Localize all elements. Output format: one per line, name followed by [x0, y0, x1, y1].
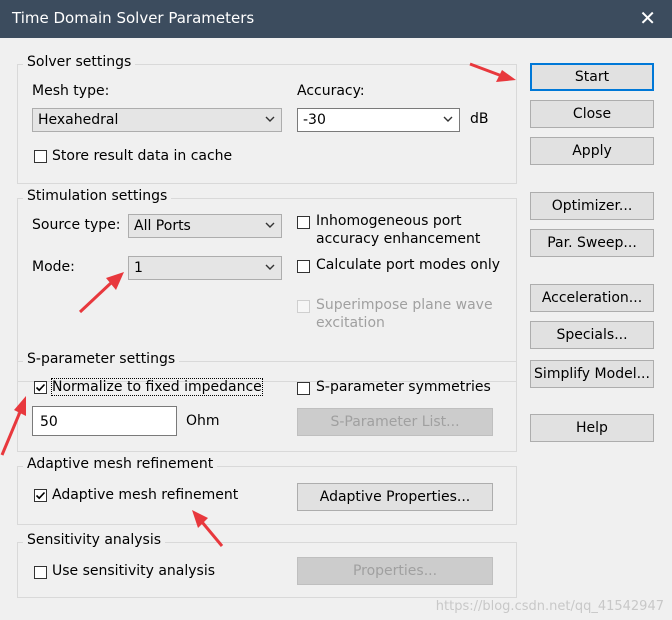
solver-settings-label: Solver settings	[23, 54, 136, 70]
calc-port-modes-label: Calculate port modes only	[316, 257, 501, 273]
apply-button[interactable]: Apply	[530, 137, 654, 165]
help-button[interactable]: Help	[530, 414, 654, 442]
impedance-input[interactable]	[32, 406, 177, 436]
chevron-down-icon	[265, 116, 275, 122]
calc-port-modes-checkbox[interactable]	[297, 260, 310, 273]
sensitivity-checkbox[interactable]	[34, 566, 47, 579]
superimpose-label-line1: Superimpose plane wave	[316, 297, 493, 313]
sensitivity-group-label: Sensitivity analysis	[23, 532, 166, 548]
window-title: Time Domain Solver Parameters	[12, 9, 255, 27]
mesh-type-label: Mesh type:	[32, 83, 110, 99]
mesh-type-value: Hexahedral	[38, 112, 119, 128]
symmetries-label: S-parameter symmetries	[316, 379, 491, 395]
optimizer-button[interactable]: Optimizer...	[530, 192, 654, 220]
source-type-dropdown[interactable]: All Ports	[128, 214, 282, 238]
sensitivity-label: Use sensitivity analysis	[52, 563, 216, 579]
impedance-input-field[interactable]	[38, 413, 162, 431]
impedance-unit: Ohm	[186, 413, 220, 429]
inhomogeneous-label-line1: Inhomogeneous port	[316, 213, 462, 229]
adaptive-mesh-label: Adaptive mesh refinement	[52, 487, 239, 503]
mode-label: Mode:	[32, 259, 75, 275]
start-button[interactable]: Start	[530, 63, 654, 91]
s-parameter-list-button[interactable]: S-Parameter List...	[297, 408, 493, 436]
source-type-value: All Ports	[134, 218, 191, 234]
checkmark-icon	[35, 491, 46, 500]
normalize-label: Normalize to fixed impedance	[51, 378, 263, 396]
chevron-down-icon	[443, 116, 453, 122]
accuracy-value: -30	[303, 112, 326, 128]
watermark: https://blog.csdn.net/qq_41542947	[435, 599, 664, 614]
normalize-checkbox[interactable]	[34, 381, 47, 394]
close-icon[interactable]: ✕	[639, 6, 656, 30]
adaptive-properties-button[interactable]: Adaptive Properties...	[297, 483, 493, 511]
title-bar: Time Domain Solver Parameters ✕	[0, 0, 672, 38]
mesh-type-dropdown[interactable]: Hexahedral	[32, 108, 282, 132]
inhomogeneous-label-line2: accuracy enhancement	[316, 231, 481, 247]
mode-value: 1	[134, 260, 143, 276]
close-button[interactable]: Close	[530, 100, 654, 128]
inhomogeneous-checkbox[interactable]	[297, 216, 310, 229]
checkmark-icon	[35, 383, 46, 392]
stimulation-settings-label: Stimulation settings	[23, 188, 172, 204]
specials-button[interactable]: Specials...	[530, 321, 654, 349]
accuracy-label: Accuracy:	[297, 83, 365, 99]
chevron-down-icon	[265, 264, 275, 270]
chevron-down-icon	[265, 222, 275, 228]
mode-dropdown[interactable]: 1	[128, 256, 282, 280]
acceleration-button[interactable]: Acceleration...	[530, 284, 654, 312]
symmetries-checkbox[interactable]	[297, 382, 310, 395]
accuracy-dropdown[interactable]: -30	[297, 108, 460, 132]
s-parameter-settings-label: S-parameter settings	[23, 351, 180, 367]
accuracy-unit: dB	[470, 111, 489, 127]
store-cache-label: Store result data in cache	[52, 148, 233, 164]
adaptive-mesh-group-label: Adaptive mesh refinement	[23, 456, 218, 472]
dialog-body: Solver settings Mesh type: Hexahedral Ac…	[0, 38, 672, 620]
store-cache-checkbox[interactable]	[34, 150, 47, 163]
par-sweep-button[interactable]: Par. Sweep...	[530, 229, 654, 257]
superimpose-checkbox[interactable]	[297, 300, 310, 313]
simplify-model-button[interactable]: Simplify Model...	[530, 360, 654, 388]
source-type-label: Source type:	[32, 217, 121, 233]
superimpose-label-line2: excitation	[316, 315, 385, 331]
sensitivity-properties-button[interactable]: Properties...	[297, 557, 493, 585]
adaptive-mesh-checkbox[interactable]	[34, 489, 47, 502]
